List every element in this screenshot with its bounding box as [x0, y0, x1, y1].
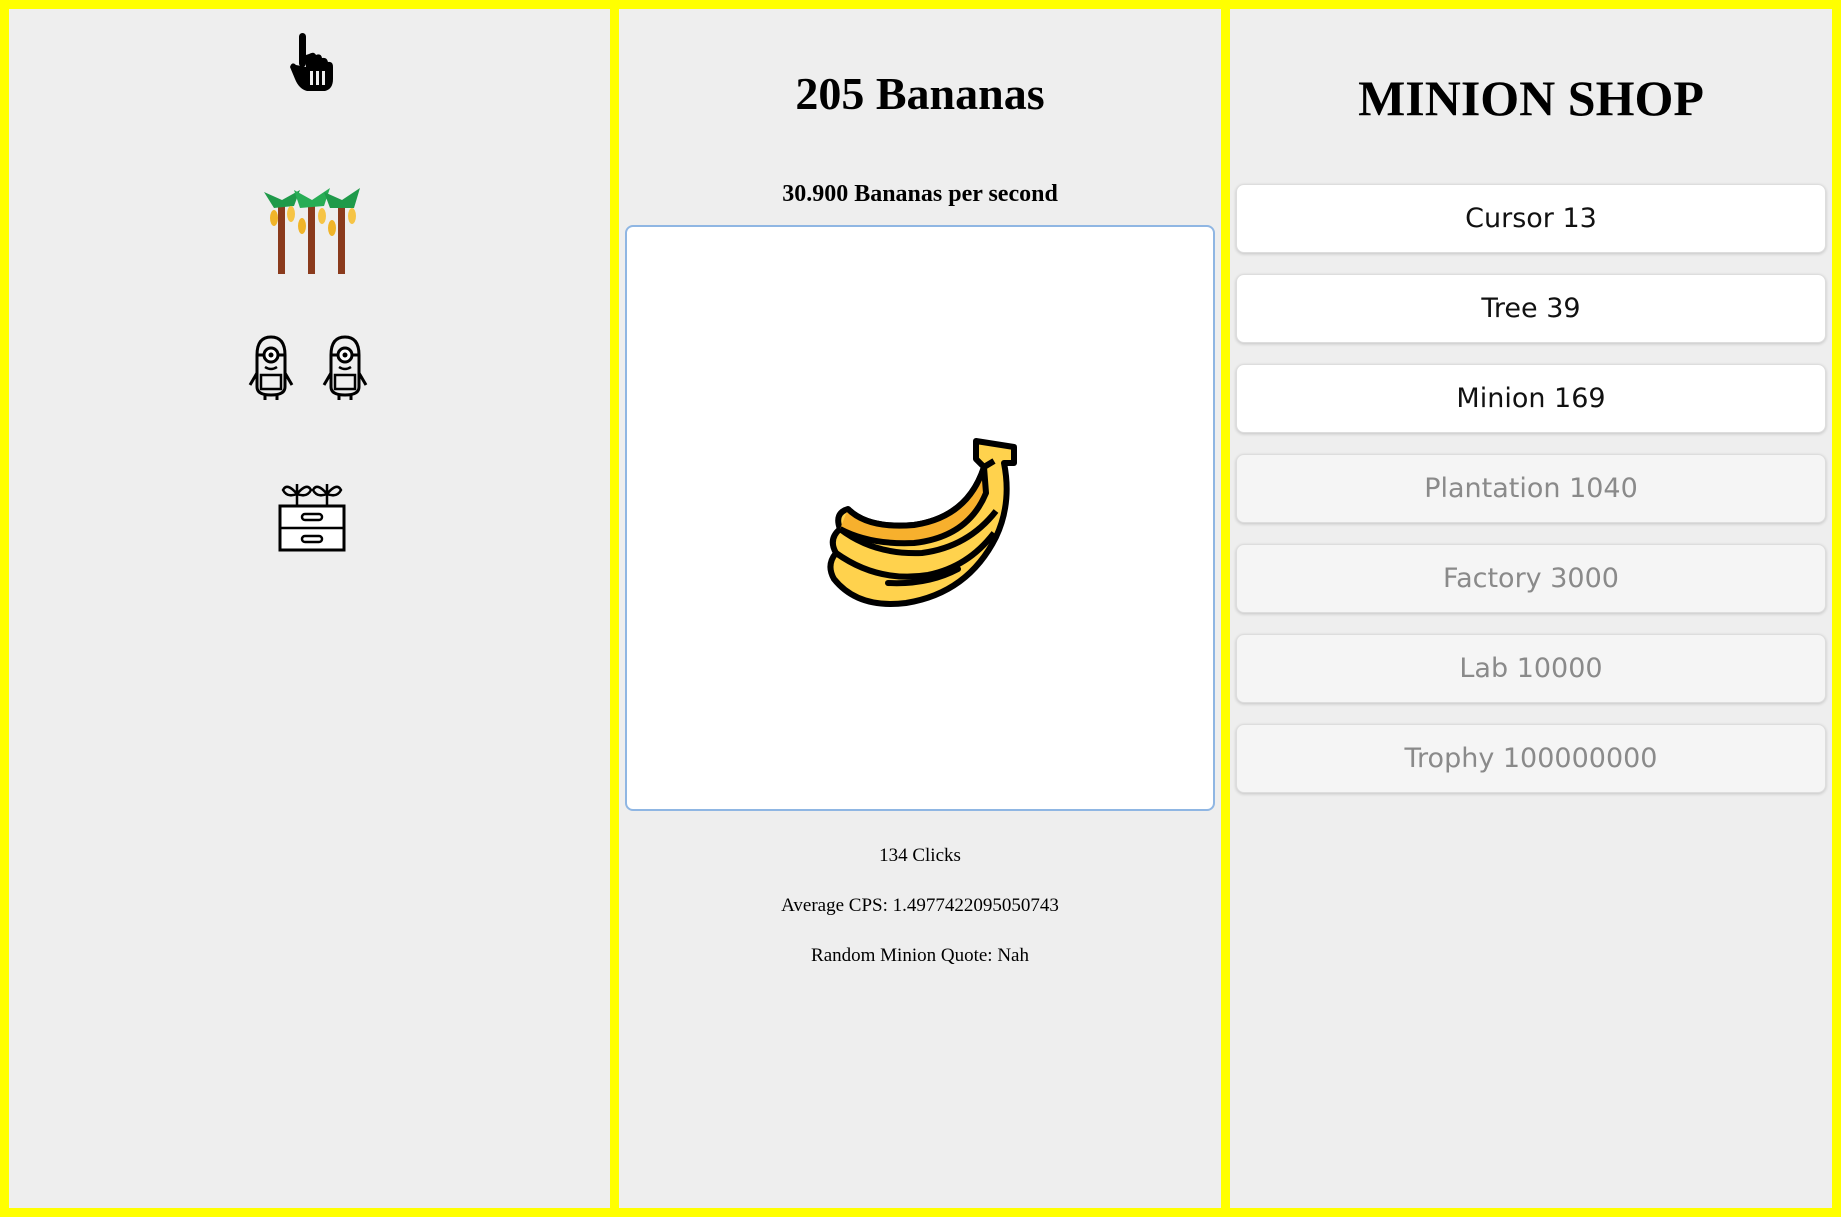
clicker-panel: 205 Bananas 30.900 Bananas per second 13…	[619, 9, 1221, 1208]
banana-count: 205 Bananas	[795, 68, 1045, 119]
shop-panel: MINION SHOP Cursor 13 Tree 39 Minion 169…	[1230, 9, 1832, 1208]
cursor-icon	[290, 33, 333, 91]
click-count: 134 Clicks	[879, 845, 961, 866]
bananas-per-second: 30.900 Bananas per second	[782, 181, 1058, 207]
banana-tree-icon	[264, 188, 360, 274]
shop-title: MINION SHOP	[1358, 70, 1704, 126]
minion-quote: Random Minion Quote: Nah	[811, 945, 1029, 966]
buy-cursor-button[interactable]: Cursor 13	[1236, 184, 1826, 253]
buy-lab-button: Lab 10000	[1236, 634, 1826, 703]
banana-click-button[interactable]	[625, 225, 1215, 811]
minion-icon	[248, 335, 294, 400]
average-cps: Average CPS: 1.4977422095050743	[781, 895, 1059, 916]
buy-minion-button[interactable]: Minion 169	[1236, 364, 1826, 433]
shop-list: Cursor 13 Tree 39 Minion 169 Plantation …	[1236, 184, 1826, 814]
buy-trophy-button: Trophy 100000000	[1236, 724, 1826, 793]
buy-tree-button[interactable]: Tree 39	[1236, 274, 1826, 343]
minion-icon	[322, 335, 368, 400]
banana-icon	[827, 438, 1017, 607]
buy-factory-button: Factory 3000	[1236, 544, 1826, 613]
plantation-icon	[278, 484, 346, 552]
owned-items-panel	[9, 9, 610, 1208]
buy-plantation-button: Plantation 1040	[1236, 454, 1826, 523]
